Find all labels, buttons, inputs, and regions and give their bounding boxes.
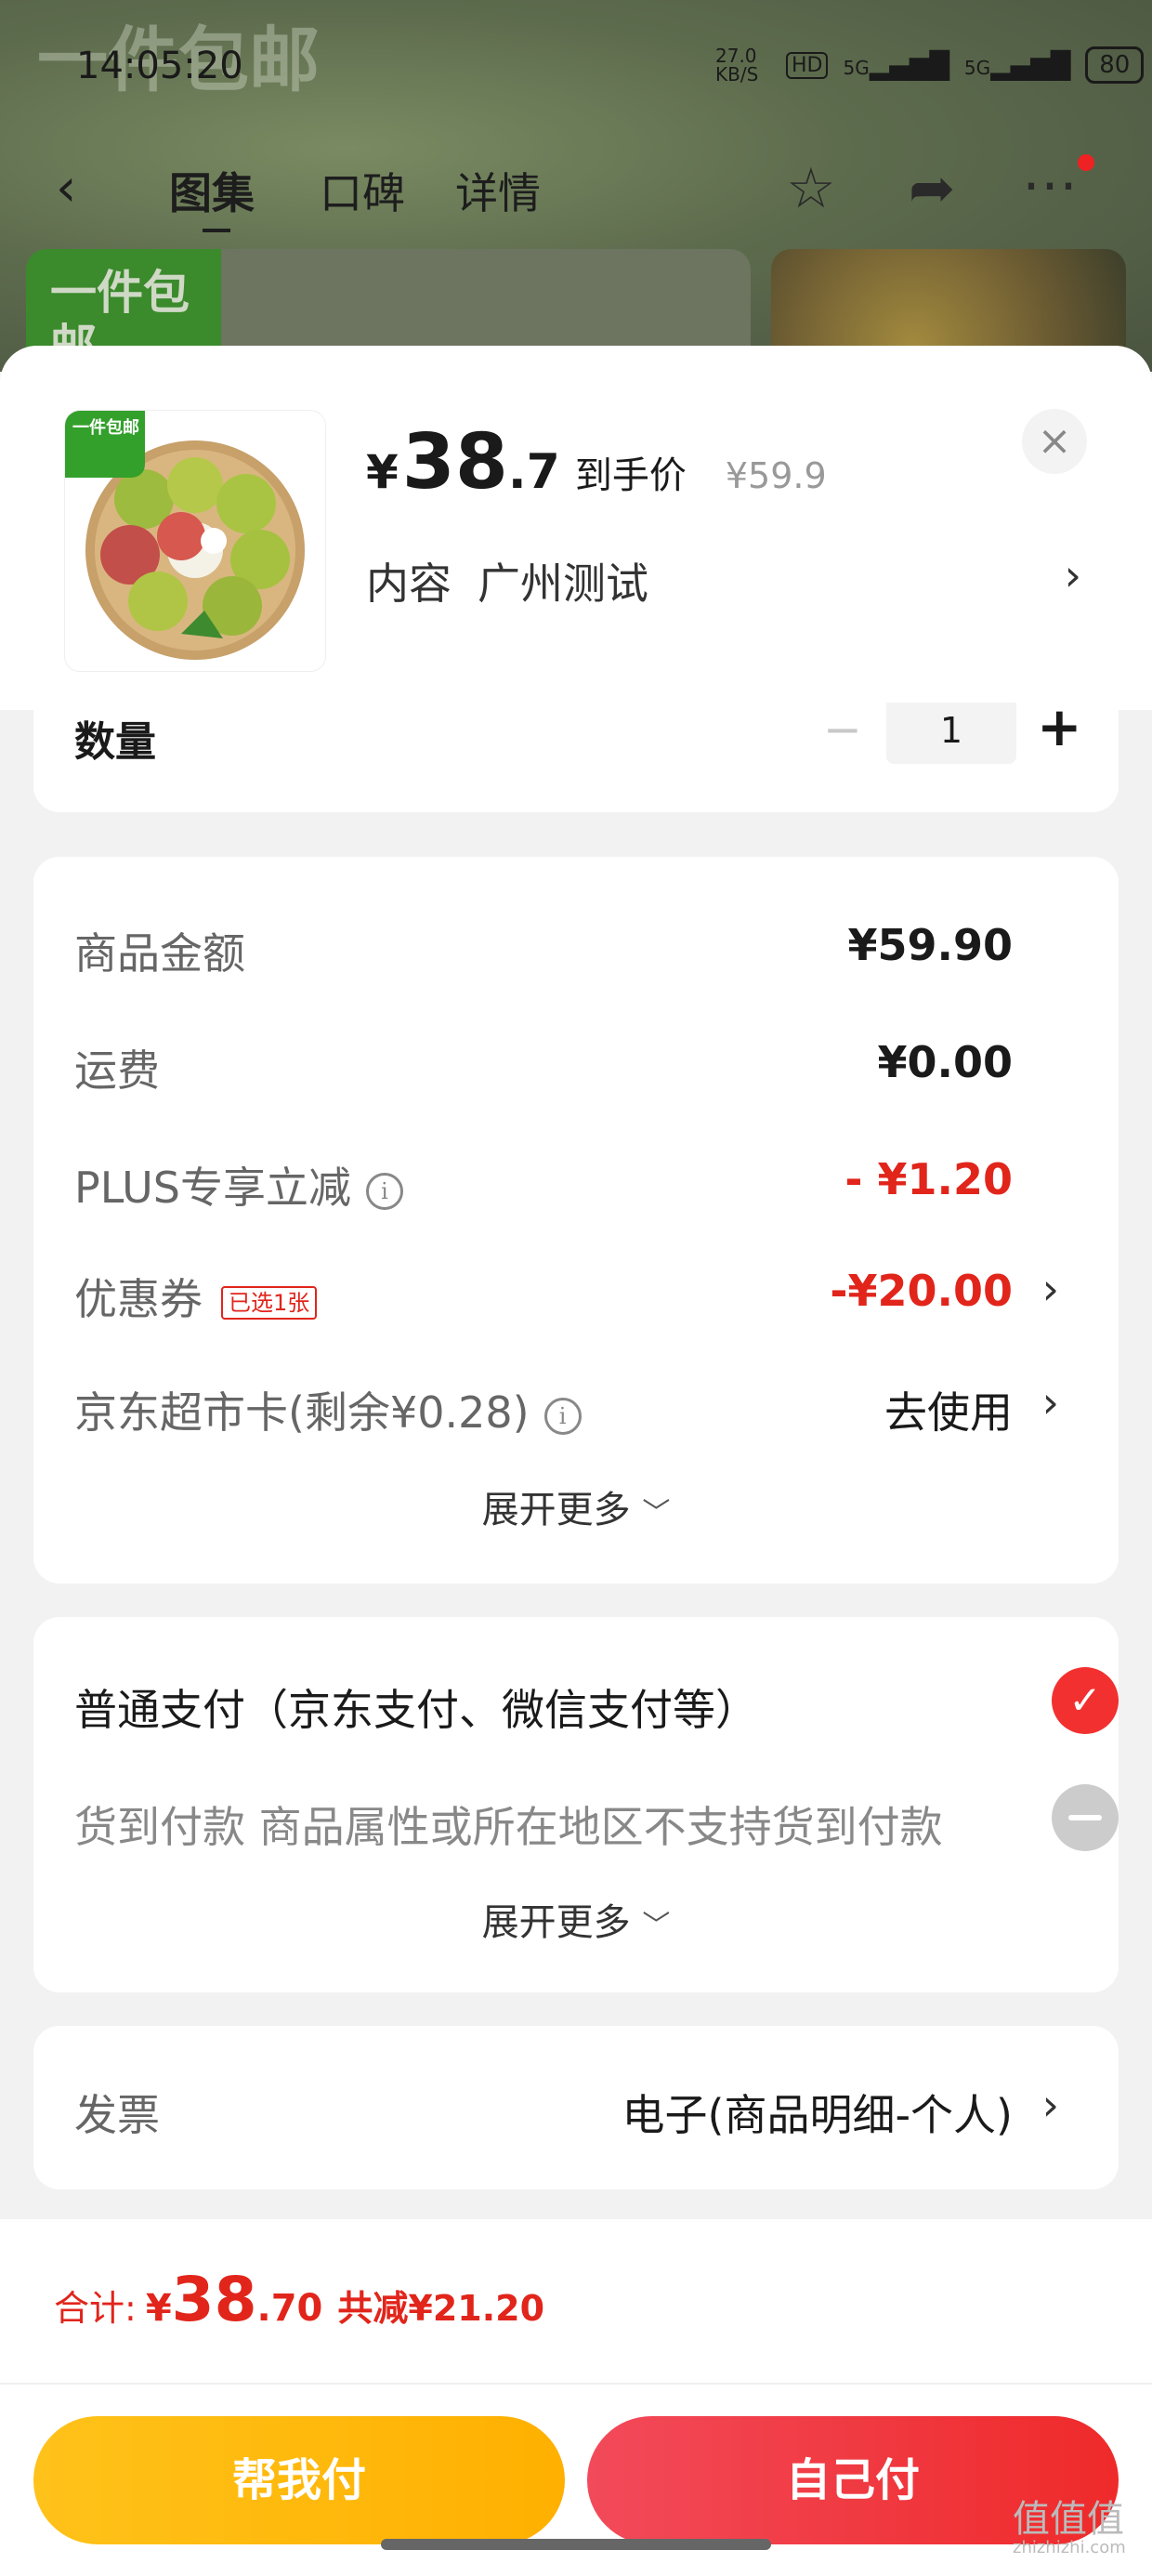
chevron-right-icon: › [1041, 1377, 1059, 1427]
payment-option-normal-label: 普通支付（京东支付、微信支付等） [74, 1685, 758, 1735]
supermarket-card-label: 京东超市卡(剩余¥0.28) i [74, 1379, 582, 1440]
price-row: ¥ 38 .7 到手价 ¥59.9 [366, 418, 827, 506]
checkout-sheet: 一件包邮 ¥ 38 .7 到手价 ¥59.9 × 内容 广州测试 › 数量 − … [0, 346, 1152, 2576]
payment-option-cod: 货到付款 商品属性或所在地区不支持货到付款 [74, 1784, 1119, 1859]
supermarket-card-row[interactable]: 京东超市卡(剩余¥0.28) i 去使用 › [74, 1372, 1078, 1440]
top-nav-bar: ‹ 图集 口碑 详情 ☆ ➦ ⋯ [0, 149, 1152, 232]
sheet-header: 一件包邮 ¥ 38 .7 到手价 ¥59.9 × 内容 广州测试 › [0, 346, 1152, 710]
coupon-selected-badge: 已选1张 [221, 1285, 318, 1320]
final-price-label: 到手价 [574, 454, 687, 497]
chevron-down-icon: ﹀ [642, 1910, 671, 1942]
share-icon[interactable]: ➦ [909, 156, 955, 221]
net-speed: 27.0 KB/S [715, 45, 759, 85]
info-icon[interactable]: i [365, 1172, 403, 1210]
supermarket-card-action: 去使用 [884, 1387, 1013, 1438]
status-bar: 14:05:20 27.0 KB/S HD 5G▂▄▆█ 5G▂▄▆█ 80 [0, 37, 1152, 102]
plus-discount-value: - ¥1.20 [844, 1154, 1013, 1204]
info-icon[interactable]: i [543, 1397, 582, 1435]
product-thumbnail: 一件包邮 [65, 411, 325, 671]
payment-method-card: 普通支付（京东支付、微信支付等） ✓ 货到付款 商品属性或所在地区不支持货到付款… [33, 1617, 1119, 1992]
price-currency: ¥ [366, 445, 399, 499]
signal-icon-2: 5G▂▄▆█ [963, 49, 1071, 81]
tab-gallery[interactable]: 图集 [169, 160, 255, 221]
cost-summary-card: 商品金额 ¥59.90 运费 ¥0.00 PLUS专享立减 i - ¥1.20 优… [33, 857, 1119, 1584]
original-price: ¥59.9 [725, 455, 827, 496]
chevron-right-icon: › [1064, 550, 1081, 600]
total-currency: ¥ [145, 2287, 172, 2330]
invoice-value: 电子(商品明细-个人) [622, 2090, 1014, 2140]
variant-selector[interactable]: 内容 广州测试 › [366, 550, 1091, 609]
payment-option-normal[interactable]: 普通支付（京东支付、微信支付等） ✓ [74, 1667, 1119, 1741]
notification-dot [1078, 154, 1094, 171]
coupon-label: 优惠券 已选1张 [74, 1266, 318, 1327]
expand-more-label: 展开更多 [481, 1489, 631, 1531]
watermark: 值值值 zhizhizhi.com [1013, 2498, 1126, 2557]
battery-icon: 80 [1085, 46, 1145, 84]
chevron-right-icon: › [1041, 2080, 1059, 2130]
tab-active-indicator [203, 219, 230, 232]
quantity-decrease-button[interactable]: − [823, 703, 862, 756]
total-label: 合计: [54, 2288, 137, 2329]
home-indicator[interactable] [381, 2539, 771, 2550]
star-icon[interactable]: ☆ [786, 156, 836, 221]
tab-reviews[interactable]: 口碑 [320, 160, 405, 221]
coupon-value: -¥20.00 [830, 1266, 1013, 1316]
total-decimal: .70 [256, 2287, 323, 2330]
status-icons: 27.0 KB/S HD 5G▂▄▆█ 5G▂▄▆█ 80 [715, 45, 1145, 85]
chevron-right-icon: › [1041, 1264, 1059, 1314]
goods-amount-label: 商品金额 [74, 928, 245, 979]
total-saved: 共减¥21.20 [337, 2288, 545, 2329]
shipping-value: ¥0.00 [877, 1037, 1013, 1087]
total-integer: 38 [171, 2264, 257, 2335]
tab-details[interactable]: 详情 [455, 160, 541, 221]
shipping-label: 运费 [74, 1045, 160, 1096]
footer-divider [0, 2383, 1152, 2385]
back-icon[interactable]: ‹ [56, 158, 76, 218]
expand-more-costs[interactable]: 展开更多 ﹀ [33, 1479, 1119, 1533]
coupon-row[interactable]: 优惠券 已选1张 -¥20.00 › [74, 1258, 1078, 1324]
variant-value: 广州测试 [478, 559, 648, 609]
price-decimal: .7 [507, 444, 560, 500]
quantity-increase-button[interactable]: + [1037, 695, 1082, 758]
checkout-footer: 合计: ¥ 38 .70 共减¥21.20 帮我付 自己付 [0, 2219, 1152, 2576]
status-time: 14:05:20 [76, 45, 243, 87]
close-icon: × [1037, 417, 1072, 465]
chevron-down-icon: ﹀ [642, 1497, 671, 1530]
checkmark-icon: ✓ [1052, 1667, 1119, 1734]
free-shipping-tag: 一件包邮 [65, 411, 145, 478]
close-button[interactable]: × [1022, 409, 1087, 474]
goods-amount-value: ¥59.90 [847, 920, 1013, 970]
payment-option-cod-label: 货到付款 商品属性或所在地区不支持货到付款 [74, 1802, 943, 1852]
quantity-card: 数量 − 1 + [33, 695, 1119, 812]
price-integer: 38 [401, 418, 508, 506]
quantity-input[interactable]: 1 [886, 703, 1016, 764]
invoice-card[interactable]: 发票 电子(商品明细-个人) › [33, 2026, 1119, 2189]
quantity-label: 数量 [74, 718, 156, 766]
order-total: 合计: ¥ 38 .70 共减¥21.20 [54, 2264, 544, 2335]
invoice-row: 发票 电子(商品明细-个人) › [74, 2074, 1078, 2140]
goods-amount-row: 商品金额 ¥59.90 [74, 913, 1078, 979]
expand-more-label: 展开更多 [481, 1901, 631, 1944]
hd-icon: HD [786, 51, 829, 79]
shipping-row: 运费 ¥0.00 [74, 1030, 1078, 1096]
more-icon[interactable]: ⋯ [1022, 152, 1078, 217]
expand-more-payments[interactable]: 展开更多 ﹀ [33, 1892, 1119, 1946]
friend-pay-button[interactable]: 帮我付 [33, 2416, 565, 2544]
plus-discount-row: PLUS专享立减 i - ¥1.20 [74, 1147, 1078, 1213]
disabled-icon [1052, 1784, 1119, 1851]
variant-label: 内容 [366, 559, 452, 609]
invoice-label: 发票 [74, 2090, 160, 2140]
plus-discount-label: PLUS专享立减 i [74, 1154, 403, 1216]
signal-icon-1: 5G▂▄▆█ [843, 49, 949, 81]
